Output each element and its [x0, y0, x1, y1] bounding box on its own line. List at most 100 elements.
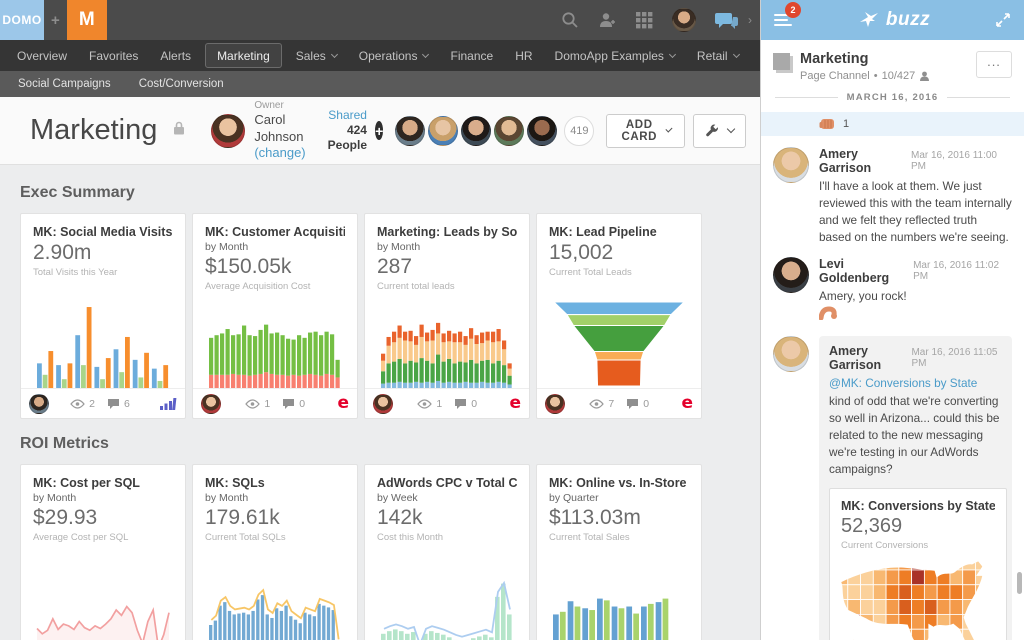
- avatar[interactable]: [428, 116, 458, 146]
- message-timestamp: Mar 16, 2016 11:05 PM: [911, 347, 1002, 369]
- card-mk-cost-per-sql[interactable]: MK: Cost per SQL by Month $29.93 Average…: [20, 464, 186, 640]
- apps-grid-icon[interactable]: [636, 12, 653, 29]
- card-chart: [377, 292, 517, 388]
- card-subtitle: by Week: [377, 492, 517, 504]
- avatar[interactable]: [773, 147, 809, 183]
- buzz-panel: 2 buzz Marketing Page Channel • 10/427 .…: [760, 0, 1024, 640]
- owner-avatar[interactable]: [211, 114, 245, 148]
- date-divider: MARCH 16, 2016: [761, 90, 1024, 105]
- card-owner-avatar[interactable]: [201, 394, 221, 414]
- chevron-down-icon: [669, 50, 676, 57]
- datasource-badge-icon: e: [337, 395, 349, 412]
- card-mk-lead-pipeline[interactable]: MK: Lead Pipeline 15,002 Current Total L…: [536, 213, 702, 419]
- card-subtitle: by Month: [205, 241, 345, 253]
- shared-link[interactable]: Shared: [328, 108, 367, 123]
- card-chart: [549, 278, 689, 388]
- avatar[interactable]: [494, 116, 524, 146]
- card-mention-link[interactable]: @MK: Conversions by State: [829, 376, 977, 390]
- card-caption: Current Total Sales: [549, 532, 689, 543]
- card-title: MK: Social Media Visits b...: [33, 225, 173, 239]
- domo-logo[interactable]: DOMO: [0, 0, 44, 40]
- card-subtitle: by Quarter: [549, 492, 689, 504]
- card-adwords-cpc-v-total-cost[interactable]: AdWords CPC v Total Cost by Week 142k Co…: [364, 464, 530, 640]
- avatar[interactable]: [395, 116, 425, 146]
- subtab-cost-conversion[interactable]: Cost/Conversion: [131, 78, 232, 90]
- channel-menu-button[interactable]: ...: [976, 51, 1012, 78]
- chevron-down-icon: [733, 50, 740, 57]
- tab-retail[interactable]: Retail: [686, 40, 750, 71]
- wrench-icon: [705, 124, 719, 138]
- buzz-messages-icon[interactable]: [715, 11, 739, 30]
- chevron-down-icon: [666, 126, 673, 133]
- views-icon: [70, 399, 85, 409]
- card-mk-customer-acquisition[interactable]: MK: Customer Acquisitio... by Month $150…: [192, 213, 358, 419]
- tab-finance[interactable]: Finance: [439, 40, 504, 71]
- card-owner-avatar[interactable]: [373, 394, 393, 414]
- shared-people-count: 424 People: [328, 123, 367, 153]
- comments-icon: [454, 398, 467, 410]
- avatar[interactable]: [527, 116, 557, 146]
- tab-more[interactable]: More: [750, 40, 760, 71]
- card-caption: Average Cost per SQL: [33, 532, 173, 543]
- hummingbird-icon: [857, 10, 881, 30]
- members-icon: [919, 71, 930, 81]
- channels-menu-icon[interactable]: 2: [774, 11, 792, 29]
- scrollbar-thumb[interactable]: [1017, 572, 1022, 594]
- card-mk-online-vs-in-store[interactable]: MK: Online vs. In-Store S... by Quarter …: [536, 464, 702, 640]
- card-owner-avatar[interactable]: [29, 394, 49, 414]
- tab-overview[interactable]: Overview: [6, 40, 78, 71]
- add-person-icon[interactable]: [598, 11, 617, 29]
- collaborator-avatars: 419: [395, 116, 594, 146]
- user-avatar[interactable]: [672, 8, 696, 32]
- add-people-button[interactable]: +: [375, 121, 383, 140]
- card-mk-social-media-visits[interactable]: MK: Social Media Visits b... 2.90m Total…: [20, 213, 186, 419]
- chevron-down-icon: [727, 125, 735, 133]
- reaction-row[interactable]: 1: [761, 112, 1024, 136]
- expand-icon[interactable]: [995, 12, 1011, 28]
- buzz-message: Levi Goldenberg Mar 16, 2016 11:02 PM Am…: [761, 246, 1024, 325]
- card-title: MK: Online vs. In-Store S...: [549, 476, 689, 490]
- tab-marketing[interactable]: Marketing: [205, 43, 282, 68]
- message-author[interactable]: Levi Goldenberg: [819, 257, 913, 285]
- tab-hr[interactable]: HR: [504, 40, 543, 71]
- card-owner-avatar[interactable]: [545, 394, 565, 414]
- card-subtitle: by Month: [33, 492, 173, 504]
- views-icon: [417, 399, 432, 409]
- tab-operations[interactable]: Operations: [348, 40, 440, 71]
- panel-collapse-icon[interactable]: ›: [748, 13, 752, 27]
- add-card-button[interactable]: ADD CARD: [606, 114, 685, 148]
- card-title: MK: Customer Acquisitio...: [205, 225, 345, 239]
- page-tools-button[interactable]: [693, 114, 746, 148]
- message-author[interactable]: Amery Garrison: [829, 344, 911, 372]
- card-footer: 2 6: [21, 388, 185, 418]
- card-subtitle: by Month: [377, 241, 517, 253]
- subtab-social-campaigns[interactable]: Social Campaigns: [10, 78, 119, 90]
- search-icon[interactable]: [561, 11, 579, 29]
- more-collaborators-count[interactable]: 419: [564, 116, 594, 146]
- card-title: MK: SQLs: [205, 476, 345, 490]
- change-owner-link[interactable]: (change): [254, 145, 305, 160]
- card-title: MK: Conversions by State: [841, 499, 995, 513]
- views-icon: [245, 399, 260, 409]
- add-app-icon[interactable]: +: [51, 12, 60, 29]
- avatar[interactable]: [773, 336, 809, 372]
- tab-alerts[interactable]: Alerts: [149, 40, 202, 71]
- message-bubble: Amery Garrison Mar 16, 2016 11:05 PM @MK…: [819, 336, 1012, 640]
- card-footer: 1 0 e: [193, 388, 357, 418]
- card-value: 179.61k: [205, 506, 345, 530]
- embedded-card-mk-conversions-by-state[interactable]: MK: Conversions by State 52,369 Current …: [829, 488, 1007, 640]
- comments-icon: [282, 398, 295, 410]
- avatar[interactable]: [773, 257, 809, 293]
- card-footer: 1 0 e: [365, 388, 529, 418]
- card-mk-sqls[interactable]: MK: SQLs by Month 179.61k Current Total …: [192, 464, 358, 640]
- message-author[interactable]: Amery Garrison: [819, 147, 911, 175]
- app-m-logo[interactable]: M: [67, 0, 107, 40]
- avatar[interactable]: [461, 116, 491, 146]
- unread-badge: 2: [785, 2, 801, 18]
- page-icon: [773, 53, 790, 70]
- tab-favorites[interactable]: Favorites: [78, 40, 149, 71]
- card-marketing-leads-by-source[interactable]: Marketing: Leads by Sou... by Month 287 …: [364, 213, 530, 419]
- channel-header: Marketing Page Channel • 10/427 ...: [761, 40, 1024, 90]
- tab-domoapp-examples[interactable]: DomoApp Examples: [544, 40, 686, 71]
- tab-sales[interactable]: Sales: [285, 40, 348, 71]
